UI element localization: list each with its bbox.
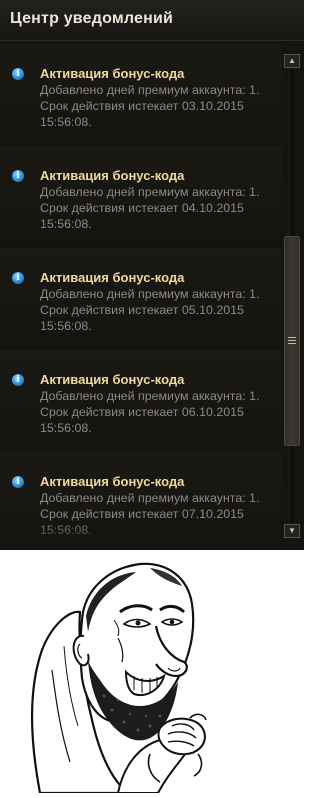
notification-item[interactable]: i Активация бонус-кода Добавлено дней пр… (0, 248, 282, 351)
notification-title: Активация бонус-кода (40, 270, 185, 285)
notification-item[interactable]: i Активация бонус-кода Добавлено дней пр… (0, 350, 282, 453)
scrollbar[interactable]: ▲ ▼ (284, 54, 300, 538)
scroll-grip-line (288, 340, 296, 341)
notification-title: Активация бонус-кода (40, 474, 185, 489)
scroll-grip-line (288, 337, 296, 338)
info-icon: i (12, 68, 24, 80)
notification-text: Добавлено дней премиум аккаунта: 1. Срок… (40, 83, 260, 129)
chevron-up-icon[interactable]: ▲ (284, 54, 300, 68)
notification-text: Добавлено дней премиум аккаунта: 1. Срок… (40, 185, 260, 231)
meme-illustration (0, 550, 304, 795)
hand-rubbing-man-illustration (30, 562, 207, 795)
list-fade-overlay (0, 520, 282, 546)
notification-list[interactable]: i Активация бонус-кода Добавлено дней пр… (0, 44, 282, 546)
notification-title: Активация бонус-кода (40, 372, 185, 387)
notification-item[interactable]: i Активация бонус-кода Добавлено дней пр… (0, 146, 282, 249)
notification-title: Активация бонус-кода (40, 66, 185, 81)
info-icon: i (12, 476, 24, 488)
notification-item[interactable]: i Активация бонус-кода Добавлено дней пр… (0, 44, 282, 147)
info-icon: i (12, 272, 24, 284)
chevron-down-icon[interactable]: ▼ (284, 524, 300, 538)
scroll-grip-line (288, 343, 296, 344)
notification-text: Добавлено дней премиум аккаунта: 1. Срок… (40, 287, 260, 333)
notification-text: Добавлено дней премиум аккаунта: 1. Срок… (40, 389, 260, 435)
info-icon: i (12, 170, 24, 182)
info-icon: i (12, 374, 24, 386)
notification-title: Активация бонус-кода (40, 168, 185, 183)
panel-header: Центр уведомлений (0, 0, 304, 41)
panel-title: Центр уведомлений (10, 10, 174, 27)
scroll-thumb[interactable] (284, 236, 300, 446)
notification-center-panel: Центр уведомлений i Активация бонус-кода… (0, 0, 304, 550)
